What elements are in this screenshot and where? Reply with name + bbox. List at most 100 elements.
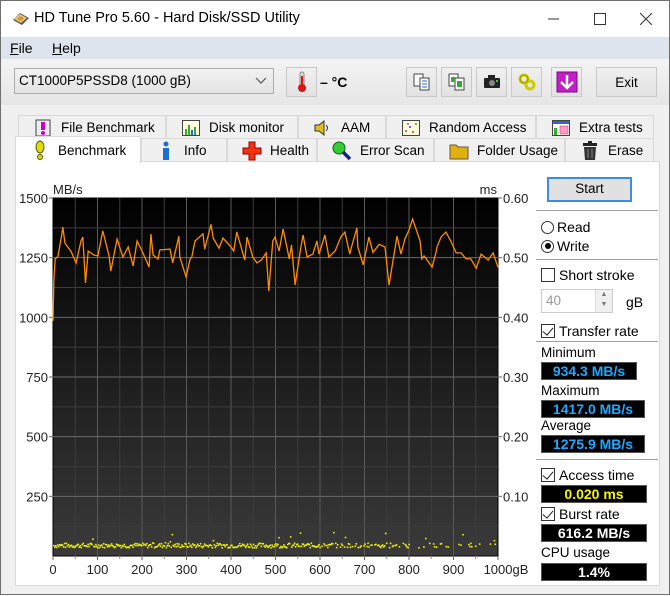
access-time-point (134, 542, 136, 545)
access-time-point (433, 546, 436, 548)
access-time-point (92, 538, 94, 540)
access-time-point (64, 546, 67, 549)
access-time-point (293, 542, 296, 545)
access-time-point (150, 546, 153, 548)
access-time-point (231, 544, 233, 547)
access-time-point (160, 542, 163, 545)
read-label: Read (557, 219, 591, 235)
maximum-label: Maximum (541, 383, 600, 398)
access-time-point (317, 545, 319, 548)
access-time-point (165, 546, 168, 549)
minimize-button[interactable] (531, 1, 577, 37)
x-tick-label: 500 (265, 562, 287, 577)
access-time-point (478, 543, 481, 545)
access-time-point (349, 546, 352, 549)
access-time-point (298, 545, 301, 548)
access-time-point (79, 545, 81, 547)
access-time-point (275, 543, 277, 545)
x-tick-label: 600 (309, 562, 331, 577)
tab-label: Benchmark (58, 142, 127, 158)
grid (53, 198, 498, 556)
maximize-icon (594, 13, 606, 25)
access-time-point (355, 543, 358, 545)
access-time-point (190, 544, 192, 547)
access-time-point (286, 546, 288, 549)
access-time-point (177, 545, 179, 547)
access-time-point (211, 547, 214, 549)
access-time-label: Access time (559, 467, 635, 483)
access-time-point (70, 544, 73, 547)
access-time-point (296, 543, 299, 545)
maximize-button[interactable] (577, 1, 623, 37)
access-time-point (319, 546, 321, 549)
access-time-checkbox[interactable]: Access time (541, 467, 634, 483)
access-time-point (188, 542, 190, 545)
y-right-tick-label: 0.50 (503, 251, 528, 266)
access-time-point (131, 544, 133, 547)
access-time-point (170, 546, 173, 549)
access-time-point (323, 543, 325, 545)
short-stroke-unit: gB (626, 294, 644, 310)
spinner-arrows-icon[interactable]: ▲ ▼ (595, 290, 612, 312)
divider (536, 259, 658, 260)
access-time-point (469, 545, 471, 548)
access-time-point (94, 546, 96, 548)
x-tick-label: 0 (49, 562, 56, 577)
access-time-point (221, 547, 223, 549)
read-radio[interactable]: Read (541, 219, 590, 235)
access-time-point (213, 544, 216, 546)
access-time-point (164, 541, 167, 544)
y-right-tick-label: 0.10 (503, 489, 528, 504)
benchmark-chart: 0 100 200 300 400 500 600 700 800 900 1000gB 250 500… (19, 182, 528, 577)
short-stroke-spinner[interactable]: 40 ▲ ▼ (541, 289, 613, 313)
access-time-point (276, 545, 278, 547)
access-time-point (57, 545, 60, 548)
access-time-point (243, 544, 246, 547)
access-time-point (375, 543, 377, 546)
y-left-tick-label: 250 (26, 489, 48, 504)
access-time-point (201, 546, 204, 549)
access-time-point (55, 545, 57, 547)
access-time-point (458, 543, 460, 546)
write-radio[interactable]: Write (541, 238, 589, 254)
short-stroke-checkbox[interactable]: Short stroke (541, 267, 634, 283)
tab-benchmark[interactable]: Benchmark (15, 136, 141, 163)
access-time-point (78, 546, 81, 548)
access-time-point (216, 542, 219, 545)
access-time-point (363, 545, 365, 547)
access-time-point (278, 536, 280, 539)
exit-button[interactable]: Exit (596, 67, 657, 97)
access-time-point (383, 544, 386, 547)
tab-erase[interactable]: Erase (565, 138, 654, 162)
access-time-value: 0.020 ms (541, 485, 647, 503)
access-time-point (65, 542, 68, 545)
access-time-point (252, 543, 255, 546)
access-time-point (300, 545, 303, 548)
access-time-point (171, 533, 174, 536)
access-time-point (288, 542, 291, 545)
access-time-point (335, 542, 337, 545)
access-time-point (474, 545, 477, 547)
save-button[interactable] (551, 67, 582, 97)
access-time-point (381, 544, 384, 546)
transfer-rate-checkbox[interactable]: Transfer rate (541, 323, 639, 339)
access-time-point (357, 546, 360, 549)
access-time-point (494, 543, 497, 546)
access-time-point (407, 546, 409, 549)
close-button[interactable] (623, 1, 669, 37)
access-time-point (251, 547, 254, 549)
trash-icon (580, 140, 600, 161)
burst-rate-checkbox[interactable]: Burst rate (541, 506, 620, 522)
cpu-usage-label: CPU usage (541, 545, 611, 560)
access-time-point (215, 545, 218, 547)
tab-label: Erase (608, 143, 644, 158)
access-time-point (166, 544, 169, 547)
access-time-point (245, 545, 248, 547)
access-time-point (250, 545, 253, 547)
access-time-point (332, 543, 334, 545)
start-button[interactable]: Start (547, 177, 632, 202)
access-time-point (77, 543, 80, 546)
access-time-point (341, 544, 344, 547)
tab-extra-tests[interactable]: Extra tests (536, 115, 654, 139)
access-time-point (169, 541, 172, 543)
